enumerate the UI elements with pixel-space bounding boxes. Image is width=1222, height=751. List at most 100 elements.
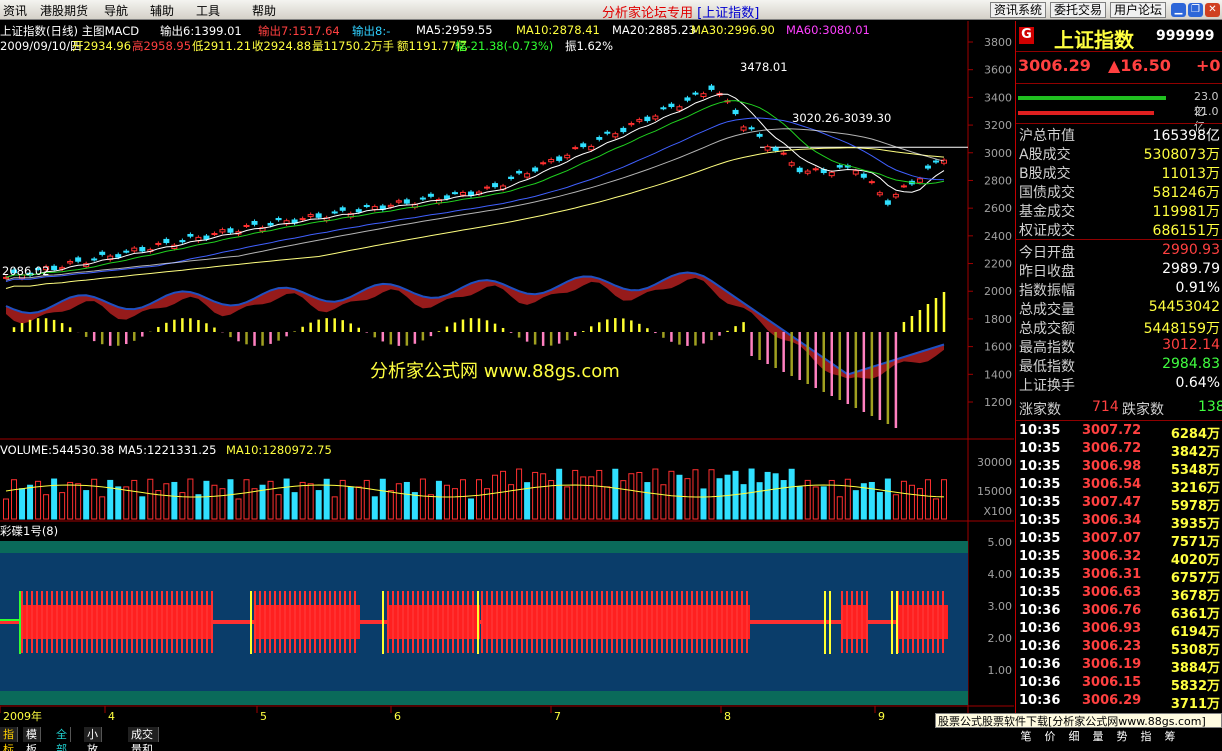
watermark: 分析家公式网 www.88gs.com <box>370 361 620 382</box>
volume-bar <box>788 468 795 520</box>
forum-button[interactable]: 用户论坛 <box>1110 2 1167 18</box>
candle-body <box>307 214 314 217</box>
price-axis-label: 3000 <box>984 147 1012 160</box>
candle-body <box>876 192 883 196</box>
tick-row: 10:35 3006.31 6757万 <box>1016 567 1222 586</box>
candle-body <box>620 127 627 133</box>
volume-bar <box>291 492 298 520</box>
side-tab[interactable]: 指 <box>1134 728 1158 744</box>
volume-bar <box>203 480 210 520</box>
stat-value: 11013万 <box>1161 166 1220 182</box>
minimize-icon[interactable]: ▁ <box>1171 3 1186 17</box>
ma30-line <box>5 128 945 281</box>
side-tab[interactable]: 势 <box>1110 728 1134 744</box>
side-tab[interactable]: 筹 <box>1158 728 1182 744</box>
candle-body <box>395 200 402 203</box>
info-system-button[interactable]: 资讯系统 <box>990 2 1047 18</box>
stat-row: 上证换手 0.64% <box>1016 375 1222 394</box>
candle-body <box>403 199 410 204</box>
tick-price: 3006.76 <box>1082 603 1142 618</box>
x-axis-label: 5 <box>260 710 267 723</box>
volume-bar <box>115 486 122 520</box>
volume-bar <box>59 492 66 520</box>
output6-label: 输出6:1399.01 <box>160 24 242 38</box>
volume-bar <box>740 484 747 520</box>
volume-bar <box>403 481 410 520</box>
volume-bar <box>315 490 322 520</box>
side-tab[interactable]: 笔 <box>1014 728 1038 744</box>
stat-label: B股成交 <box>1019 166 1071 182</box>
volume-bar <box>708 469 715 520</box>
volume-bar <box>604 486 611 520</box>
volume-bar <box>99 496 106 520</box>
menu-item-navigation[interactable]: 导航 <box>104 2 128 19</box>
bar-amplitude: 振1.62% <box>565 39 614 53</box>
volume-bar <box>836 496 843 520</box>
close-icon[interactable]: ✕ <box>1205 3 1220 17</box>
candle-body <box>339 207 346 211</box>
menu-item-assist[interactable]: 辅助 <box>150 2 174 19</box>
candle-body <box>67 260 74 264</box>
price-axis-label: 1800 <box>984 313 1012 326</box>
price-axis-label: 1600 <box>984 341 1012 354</box>
candle-body <box>636 119 643 122</box>
candle-body <box>932 160 939 163</box>
tick-price: 3006.72 <box>1082 441 1142 456</box>
candle-body <box>828 171 835 177</box>
tick-price: 3006.29 <box>1082 693 1142 708</box>
indicator-label: 彩碟1号(8) <box>0 524 59 538</box>
tab-xiaofangniu[interactable]: 小放牛 <box>84 727 102 751</box>
volume-bar <box>796 486 803 520</box>
menu-item-info[interactable]: 资讯 <box>3 2 27 19</box>
candle-body <box>492 183 499 188</box>
candle-body <box>556 156 563 161</box>
tab-all[interactable]: 全部 <box>53 727 71 751</box>
side-tab[interactable]: 细 <box>1062 728 1086 744</box>
download-banner[interactable]: 股票公式股票软件下载[分析家公式网www.88gs.com] <box>935 713 1222 728</box>
volume-bar <box>564 486 571 520</box>
menu-item-hk-futures[interactable]: 港股期货 <box>40 2 88 19</box>
menu-item-tools[interactable]: 工具 <box>196 2 220 19</box>
tick-volume: 3842万 <box>1170 445 1220 460</box>
volume-bar <box>171 481 178 520</box>
volume-bar <box>812 486 819 520</box>
side-tab[interactable]: 价 <box>1038 728 1062 744</box>
tab-template[interactable]: 模板 <box>23 727 41 751</box>
trade-button[interactable]: 委托交易 <box>1050 2 1107 18</box>
volume-bar <box>363 479 370 520</box>
candle-body <box>331 211 338 214</box>
price-axis-label: 3200 <box>984 119 1012 132</box>
candle-body <box>836 165 843 168</box>
volume-bar <box>411 492 418 520</box>
chart-area[interactable]: 3800 3600 3400 3200 3000 2800 2600 2400 2200 2000… <box>0 21 1014 727</box>
candle-body <box>548 159 555 163</box>
tick-price: 3006.98 <box>1082 459 1142 474</box>
volume-bar <box>716 478 723 520</box>
volume-bar <box>820 486 827 520</box>
candle-body <box>524 173 531 178</box>
volume-bar <box>251 488 258 520</box>
candle-body <box>251 220 258 225</box>
volume-bar <box>243 479 250 520</box>
volume-bar <box>11 479 18 520</box>
candle-body <box>115 254 122 258</box>
price-change: ▲16.50 <box>1108 56 1171 75</box>
candle-body <box>732 109 739 115</box>
candle-body <box>163 238 170 244</box>
volume-ma-line <box>5 484 945 498</box>
restore-icon[interactable]: ❐ <box>1188 3 1203 17</box>
tab-volume-ddx[interactable]: 成交量和DDX <box>128 727 160 751</box>
side-tab[interactable]: 量 <box>1086 728 1110 744</box>
tick-volume: 6284万 <box>1170 427 1220 442</box>
tick-volume: 5832万 <box>1170 679 1220 694</box>
volume-bar <box>347 486 354 520</box>
candle-body <box>900 185 907 188</box>
menu-item-help[interactable]: 帮助 <box>252 2 276 19</box>
volume-bar <box>476 479 483 520</box>
tick-time: 10:35 <box>1019 459 1061 474</box>
tick-price: 3006.23 <box>1082 639 1142 654</box>
tick-price: 3006.31 <box>1082 567 1142 582</box>
candle-body <box>267 222 274 226</box>
window-title-symbol: [上证指数] <box>697 6 760 21</box>
tab-indicator[interactable]: 指标 <box>0 727 18 751</box>
